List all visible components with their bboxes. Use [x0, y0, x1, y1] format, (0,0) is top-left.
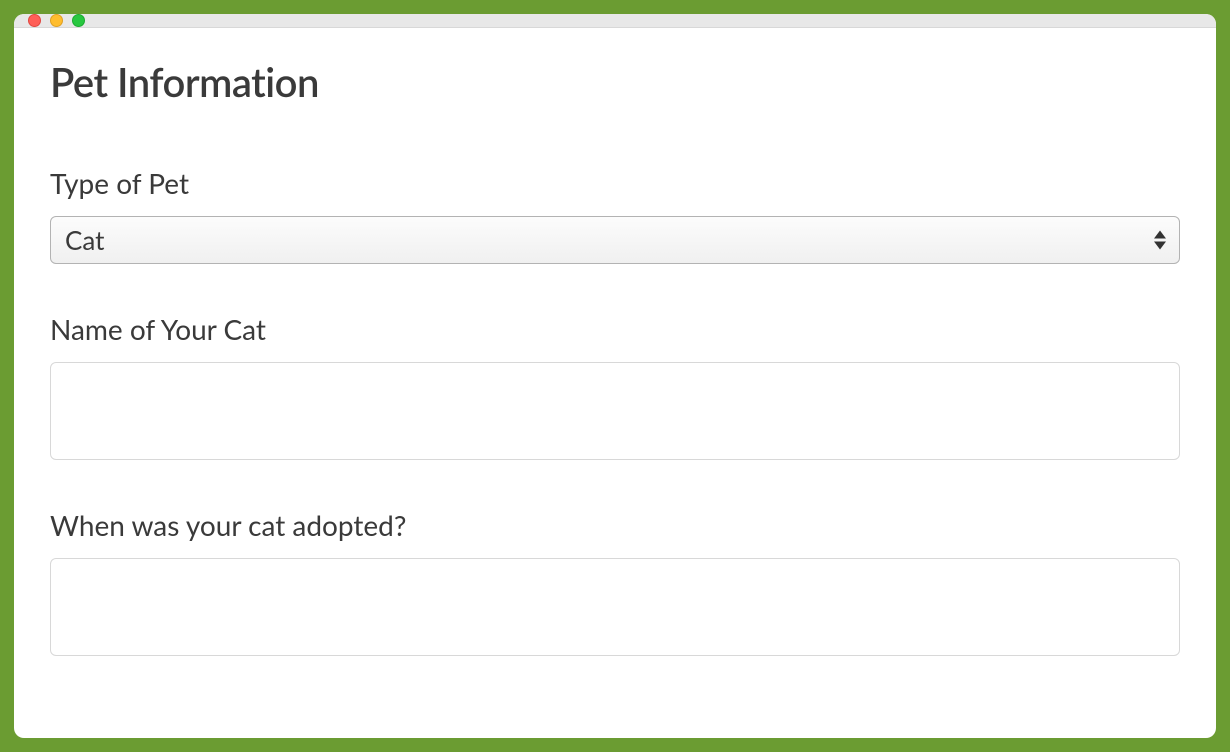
page-title: Pet Information — [50, 58, 1180, 106]
app-window: Pet Information Type of Pet Cat Name of … — [14, 14, 1216, 738]
minimize-icon[interactable] — [50, 14, 63, 27]
close-icon[interactable] — [28, 14, 41, 27]
pet-name-label: Name of Your Cat — [50, 312, 1180, 346]
adopted-label: When was your cat adopted? — [50, 508, 1180, 542]
type-of-pet-select[interactable]: Cat — [50, 216, 1180, 264]
window-titlebar — [14, 14, 1216, 28]
maximize-icon[interactable] — [72, 14, 85, 27]
form-content: Pet Information Type of Pet Cat Name of … — [14, 28, 1216, 738]
pet-name-input[interactable] — [50, 362, 1180, 460]
adopted-input[interactable] — [50, 558, 1180, 656]
field-type-of-pet: Type of Pet Cat — [50, 166, 1180, 264]
field-adopted: When was your cat adopted? — [50, 508, 1180, 656]
type-of-pet-select-wrapper: Cat — [50, 216, 1180, 264]
field-pet-name: Name of Your Cat — [50, 312, 1180, 460]
type-of-pet-label: Type of Pet — [50, 166, 1180, 200]
